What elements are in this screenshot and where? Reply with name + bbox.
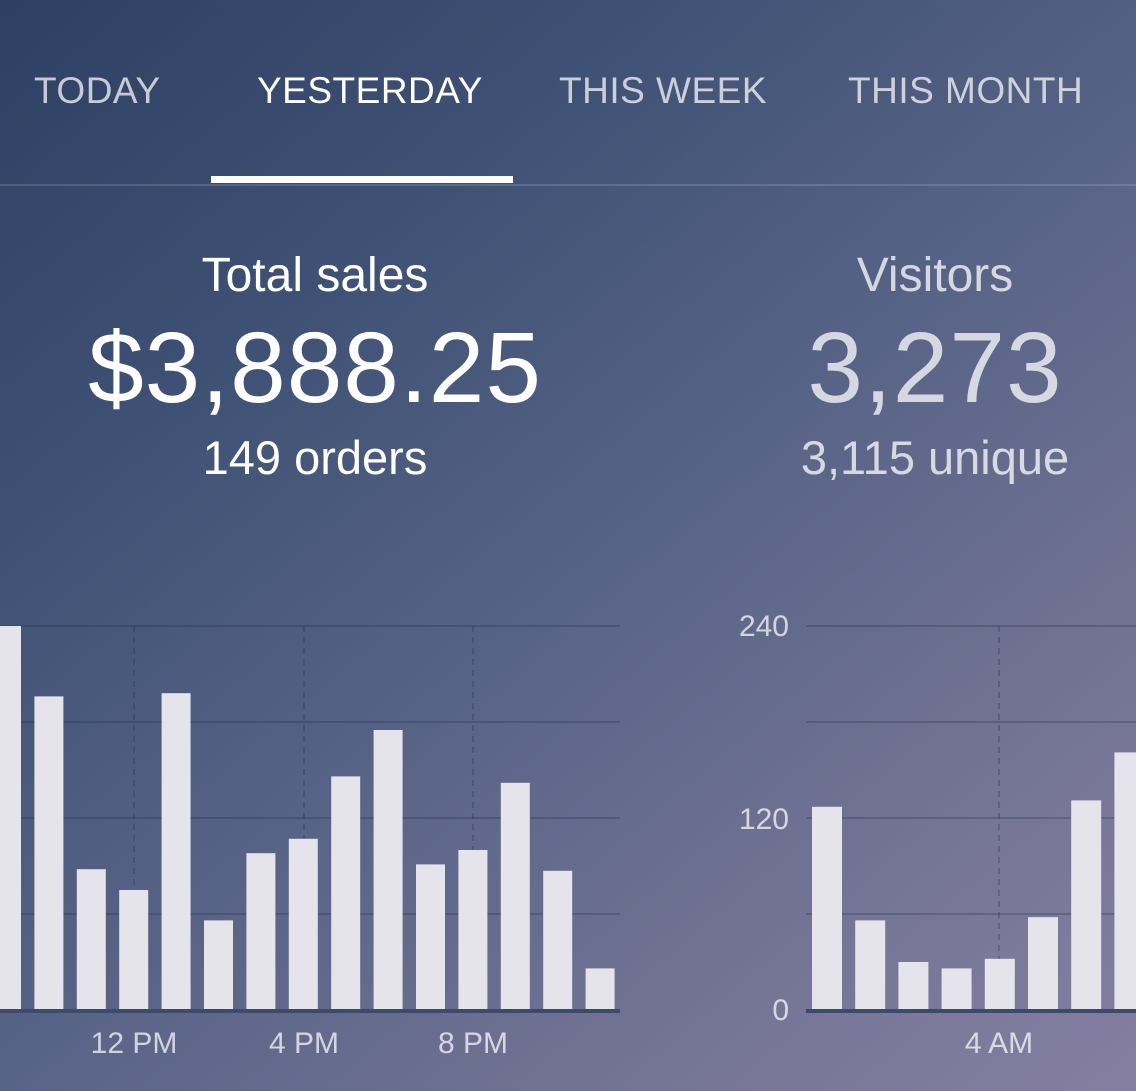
sales-chart-bar-12 [500, 782, 530, 1010]
sales-chart-bar-14 [585, 968, 615, 1010]
sales-chart-bar-0 [0, 626, 21, 1010]
sales-chart-bar-10 [416, 864, 445, 1010]
charts-layer: 12 PM 4 PM 8 PM 4 AM 240 120 0 [0, 610, 1136, 1060]
visitors-chart-bar-2 [898, 962, 929, 1010]
sales-chart-x-tick-label: 12 PM [91, 1027, 178, 1060]
sales-chart-bar-9 [373, 730, 403, 1010]
visitors-chart-bar-4 [984, 958, 1015, 1010]
visitors-chart-y-tick-label: 120 [739, 803, 789, 836]
sales-chart-bar-3 [119, 890, 149, 1010]
sales-chart-bar-2 [76, 869, 106, 1010]
visitors-chart-bar-3 [941, 968, 972, 1010]
sales-chart-bar-5 [204, 920, 233, 1010]
sales-chart-bar-1 [34, 696, 64, 1010]
visitors-chart-bar-6 [1071, 800, 1102, 1010]
sales-chart-bar-7 [288, 838, 318, 1010]
sales-chart-bar-13 [543, 870, 573, 1010]
visitors-chart-bar-7 [1114, 752, 1136, 1010]
sales-chart-x-tick-label: 4 PM [269, 1027, 339, 1060]
visitors-chart-bar-1 [855, 920, 886, 1010]
visitors-chart-y-tick-label: 0 [772, 994, 789, 1027]
sales-chart-bar-6 [246, 853, 276, 1010]
sales-chart-x-tick-label: 8 PM [438, 1027, 508, 1060]
sales-chart-bar-8 [331, 776, 361, 1010]
sales-chart-bar-4 [161, 693, 191, 1010]
sales-chart-bar-11 [458, 850, 488, 1010]
visitors-chart-bar-0 [812, 806, 842, 1010]
visitors-chart-y-tick-label: 240 [739, 610, 789, 643]
visitors-chart-x-tick-label: 4 AM [965, 1027, 1033, 1060]
visitors-chart-bar-5 [1028, 917, 1058, 1010]
